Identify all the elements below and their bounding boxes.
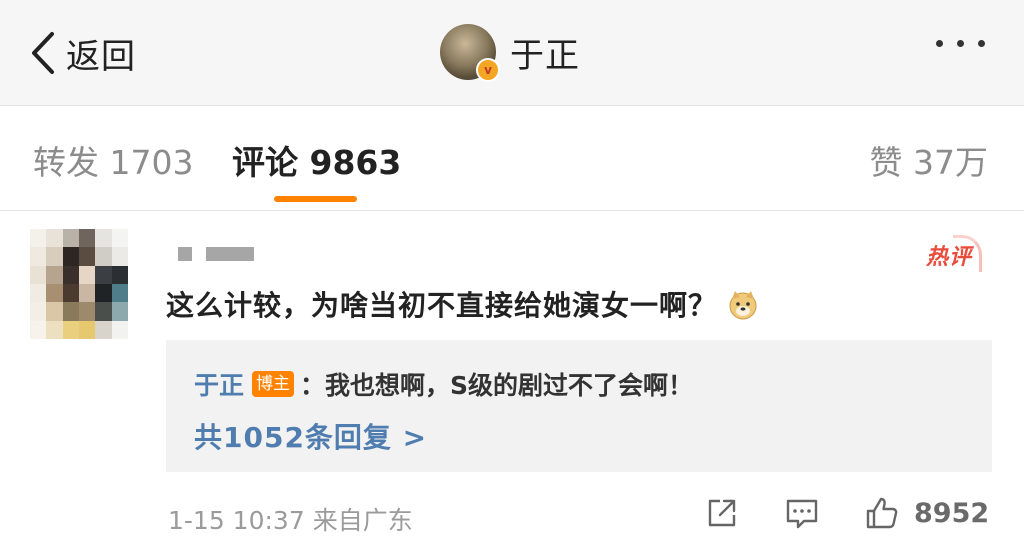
redacted-block [178, 247, 192, 261]
comment-time: 1-15 10:37 [168, 506, 305, 535]
top-nav-bar: 返回 v 于正 [0, 0, 1024, 106]
more-options-button[interactable] [936, 40, 985, 47]
like-count: 8952 [914, 497, 990, 529]
tab-repost-count: 1703 [109, 143, 194, 182]
active-tab-indicator [274, 196, 357, 202]
more-dot-icon [978, 40, 985, 47]
reply-colon: ： [300, 371, 326, 400]
reply-button[interactable] [784, 495, 820, 535]
reply-preview-line: 于正 博主 ： 我也想啊，S级的剧过不了会啊！ [194, 366, 693, 402]
tab-repost[interactable]: 转发 1703 [33, 136, 193, 184]
profile-name[interactable]: 于正 [510, 28, 580, 77]
chevron-left-icon [32, 32, 54, 74]
comment-meta: 1-15 10:37 来自广东 [168, 501, 413, 537]
commenter-name-redacted[interactable] [178, 247, 254, 261]
back-label: 返回 [66, 36, 136, 77]
tab-like[interactable]: 赞 37万 [870, 136, 989, 184]
tab-comment-label: 评论 [232, 143, 298, 182]
tab-like-count: 37万 [913, 143, 988, 182]
reply-preview-box[interactable]: 于正 博主 ： 我也想啊，S级的剧过不了会啊！ 共1052条回复 > [166, 340, 992, 472]
reply-author[interactable]: 于正 [194, 366, 244, 402]
tab-comment-count: 9863 [309, 143, 402, 182]
comment-text: 这么计较，为啥当初不直接给她演女一啊？ [166, 284, 759, 324]
comment-bubble-icon [786, 499, 818, 529]
view-replies-link[interactable]: 共1052条回复 > [194, 416, 427, 456]
share-button[interactable] [704, 495, 740, 535]
blogger-tag: 博主 [252, 371, 295, 397]
profile-header[interactable]: v 于正 [440, 22, 580, 82]
tab-like-label: 赞 [869, 143, 903, 182]
redacted-block [206, 247, 254, 261]
comment-source: 来自广东 [312, 506, 413, 535]
share-icon [708, 499, 736, 527]
tab-comment[interactable]: 评论 9863 [232, 136, 401, 184]
more-dot-icon [957, 40, 964, 47]
comment-item: 热评 这么计较，为啥当初不直接给她演女一啊？ 于正 博主 ： 我也想啊，S级的剧… [0, 211, 1024, 556]
doge-icon [727, 289, 759, 321]
thumbs-up-icon [866, 497, 898, 529]
back-button[interactable]: 返回 [28, 28, 136, 78]
tab-bar: 转发 1703 评论 9863 赞 37万 [0, 106, 1024, 211]
more-dot-icon [936, 40, 943, 47]
like-button[interactable]: 8952 [864, 495, 989, 531]
commenter-avatar[interactable] [30, 229, 128, 339]
avatar[interactable]: v [440, 24, 500, 82]
verified-badge-icon: v [476, 58, 500, 82]
tab-repost-label: 转发 [33, 143, 99, 182]
comment-body: 这么计较，为啥当初不直接给她演女一啊？ [166, 289, 718, 322]
hot-comment-badge: 热评 [926, 235, 983, 272]
reply-text: 我也想啊，S级的剧过不了会啊！ [325, 371, 694, 400]
